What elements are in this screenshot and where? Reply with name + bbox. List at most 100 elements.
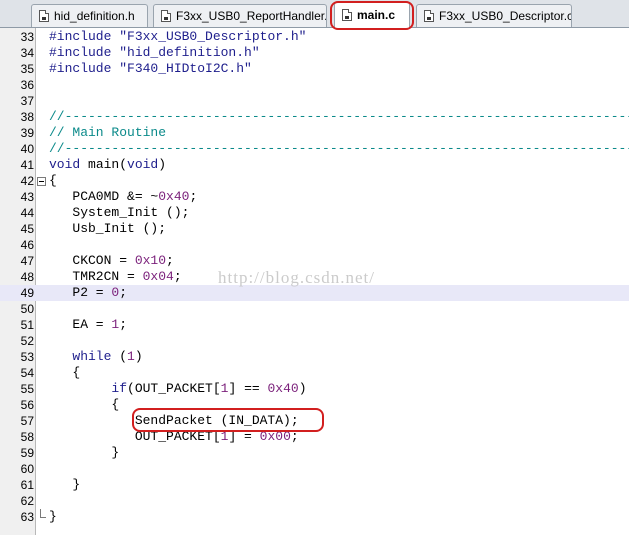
code-token: 0x00 bbox=[259, 429, 291, 444]
code-token: ( bbox=[111, 349, 128, 364]
code-text: OUT_PACKET[1] = 0x00; bbox=[49, 429, 299, 445]
code-text: CKCON = 0x10; bbox=[49, 253, 173, 269]
line-number: 55 bbox=[20, 382, 34, 396]
code-text: P2 = 0; bbox=[49, 285, 127, 301]
code-token: 0x40 bbox=[267, 381, 299, 396]
code-line[interactable]: 36 bbox=[0, 77, 629, 93]
code-token: ) bbox=[158, 157, 167, 172]
code-line[interactable]: 47 CKCON = 0x10; bbox=[0, 253, 629, 269]
code-line[interactable]: 38 //------------------------------------… bbox=[0, 109, 629, 125]
code-text: { bbox=[49, 365, 80, 381]
code-token: ; bbox=[189, 189, 198, 204]
code-line[interactable]: 39 // Main Routine bbox=[0, 125, 629, 141]
line-number: 50 bbox=[20, 302, 34, 316]
code-line[interactable]: 42 { bbox=[0, 173, 629, 189]
code-token: ; bbox=[173, 269, 182, 284]
code-token: ; bbox=[119, 285, 128, 300]
file-icon bbox=[424, 10, 434, 22]
code-token: System_Init (); bbox=[49, 205, 190, 220]
code-line[interactable]: 50 bbox=[0, 301, 629, 317]
line-number: 46 bbox=[20, 238, 34, 252]
editor-tab-bar: hid_definition.h F3xx_USB0_ReportHandler… bbox=[0, 0, 629, 28]
code-line[interactable]: 55 if(OUT_PACKET[1] == 0x40) bbox=[0, 381, 629, 397]
code-line[interactable]: 58 OUT_PACKET[1] = 0x00; bbox=[0, 429, 629, 445]
code-line[interactable]: 51 EA = 1; bbox=[0, 317, 629, 333]
code-token: SendPacket (IN_DATA); bbox=[49, 413, 299, 428]
code-line[interactable]: 61 } bbox=[0, 477, 629, 493]
code-text: { bbox=[49, 173, 57, 189]
line-number: 39 bbox=[20, 126, 34, 140]
code-line[interactable]: 43 PCA0MD &= ~0x40; bbox=[0, 189, 629, 205]
code-line[interactable]: 56 { bbox=[0, 397, 629, 413]
code-token: void bbox=[49, 157, 81, 172]
code-line[interactable]: 35 #include "F340_HIDtoI2C.h" bbox=[0, 61, 629, 77]
code-line[interactable]: 63} bbox=[0, 509, 629, 525]
code-line[interactable]: 44 System_Init (); bbox=[0, 205, 629, 221]
line-number: 41 bbox=[20, 158, 34, 172]
line-number: 61 bbox=[20, 478, 34, 492]
tab-f3xx-usb0-reporthandler-c[interactable]: F3xx_USB0_ReportHandler.c bbox=[153, 4, 327, 27]
tab-label: F3xx_USB0_ReportHandler.c bbox=[176, 9, 327, 23]
tab-f3xx-usb0-descriptor-c[interactable]: F3xx_USB0_Descriptor.c bbox=[416, 4, 572, 27]
code-text: #include "F3xx_USB0_Descriptor.h" bbox=[49, 29, 306, 45]
code-token: { bbox=[49, 173, 57, 188]
code-line[interactable]: 59 } bbox=[0, 445, 629, 461]
line-number: 40 bbox=[20, 142, 34, 156]
code-text: if(OUT_PACKET[1] == 0x40) bbox=[49, 381, 307, 397]
code-line[interactable]: 62 bbox=[0, 493, 629, 509]
code-token: 1 bbox=[127, 349, 135, 364]
code-line[interactable]: 33 #include "F3xx_USB0_Descriptor.h" bbox=[0, 29, 629, 45]
code-text: { bbox=[49, 397, 119, 413]
code-text: // Main Routine bbox=[49, 125, 166, 141]
tab-main-c[interactable]: main.c bbox=[334, 2, 410, 28]
code-text: while (1) bbox=[49, 349, 143, 365]
line-number: 58 bbox=[20, 430, 34, 444]
code-line[interactable]: 37 bbox=[0, 93, 629, 109]
code-line[interactable]: 57 SendPacket (IN_DATA); bbox=[0, 413, 629, 429]
code-token: EA = bbox=[49, 317, 112, 332]
code-token: (OUT_PACKET[ bbox=[127, 381, 221, 396]
code-token: CKCON = bbox=[49, 253, 135, 268]
code-token: ) bbox=[134, 349, 143, 364]
line-number: 43 bbox=[20, 190, 34, 204]
code-text: SendPacket (IN_DATA); bbox=[49, 413, 299, 429]
tab-hid-definition-h[interactable]: hid_definition.h bbox=[31, 4, 148, 27]
code-token: TMR2CN = bbox=[49, 269, 143, 284]
code-token: main( bbox=[80, 157, 128, 172]
code-token: 0x04 bbox=[142, 269, 174, 284]
code-line[interactable]: 54 { bbox=[0, 365, 629, 381]
line-number: 62 bbox=[20, 494, 34, 508]
line-number: 57 bbox=[20, 414, 34, 428]
code-token: 0x40 bbox=[158, 189, 190, 204]
code-text: } bbox=[49, 509, 57, 525]
code-token: ; bbox=[119, 317, 128, 332]
code-text: void main(void) bbox=[49, 157, 166, 173]
code-token: } bbox=[49, 509, 57, 524]
code-line[interactable]: 46 bbox=[0, 237, 629, 253]
line-number: 45 bbox=[20, 222, 34, 236]
line-number: 53 bbox=[20, 350, 34, 364]
code-token: //--------------------------------------… bbox=[49, 109, 629, 124]
code-token: Usb_Init (); bbox=[49, 221, 167, 236]
code-line[interactable]: 40 //------------------------------------… bbox=[0, 141, 629, 157]
code-token: P2 = bbox=[49, 285, 112, 300]
code-text: //--------------------------------------… bbox=[49, 141, 629, 157]
code-line[interactable]: 53 while (1) bbox=[0, 349, 629, 365]
code-token: } bbox=[49, 445, 120, 460]
code-token: #include bbox=[49, 29, 120, 44]
code-token: "hid_definition.h" bbox=[119, 45, 260, 60]
code-line[interactable]: 60 bbox=[0, 461, 629, 477]
line-number: 60 bbox=[20, 462, 34, 476]
code-line[interactable]: 52 bbox=[0, 333, 629, 349]
code-token: #include bbox=[49, 61, 120, 76]
code-text: } bbox=[49, 477, 80, 493]
line-number: 33 bbox=[20, 30, 34, 44]
code-token: ) bbox=[298, 381, 307, 396]
line-number: 44 bbox=[20, 206, 34, 220]
code-line[interactable]: 45 Usb_Init (); bbox=[0, 221, 629, 237]
code-line[interactable]: 41 void main(void) bbox=[0, 157, 629, 173]
collapse-icon[interactable] bbox=[37, 177, 46, 186]
code-line[interactable]: 34 #include "hid_definition.h" bbox=[0, 45, 629, 61]
